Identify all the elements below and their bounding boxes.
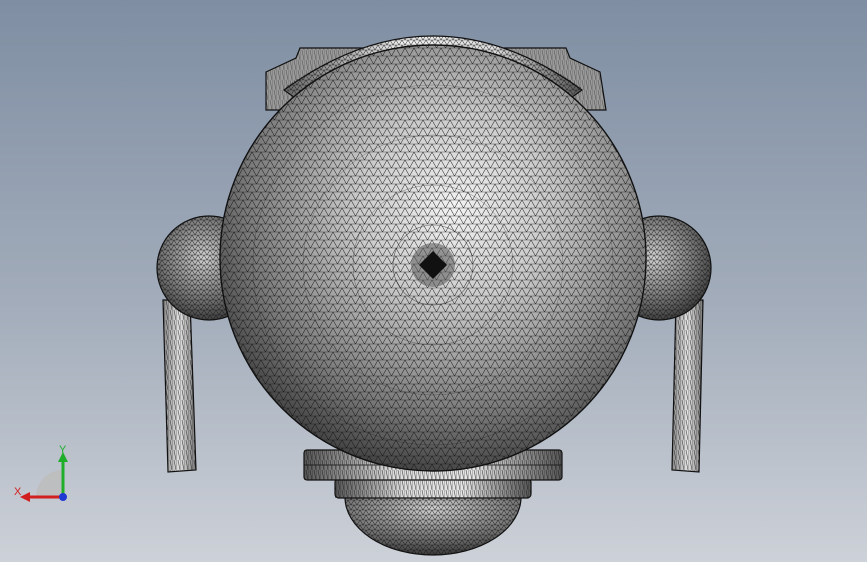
center-pole — [411, 243, 455, 287]
bottom-dome — [344, 496, 522, 556]
x-axis-label: X — [14, 486, 22, 498]
z-axis-icon — [59, 493, 67, 501]
right-leg — [671, 299, 704, 473]
y-axis-label: Y — [59, 444, 67, 456]
wireframe-model[interactable] — [0, 0, 867, 562]
left-leg — [162, 299, 197, 473]
3d-viewport[interactable]: X Y — [0, 0, 867, 562]
triad-plane-icon — [36, 470, 63, 497]
orientation-triad: X Y — [14, 444, 68, 502]
